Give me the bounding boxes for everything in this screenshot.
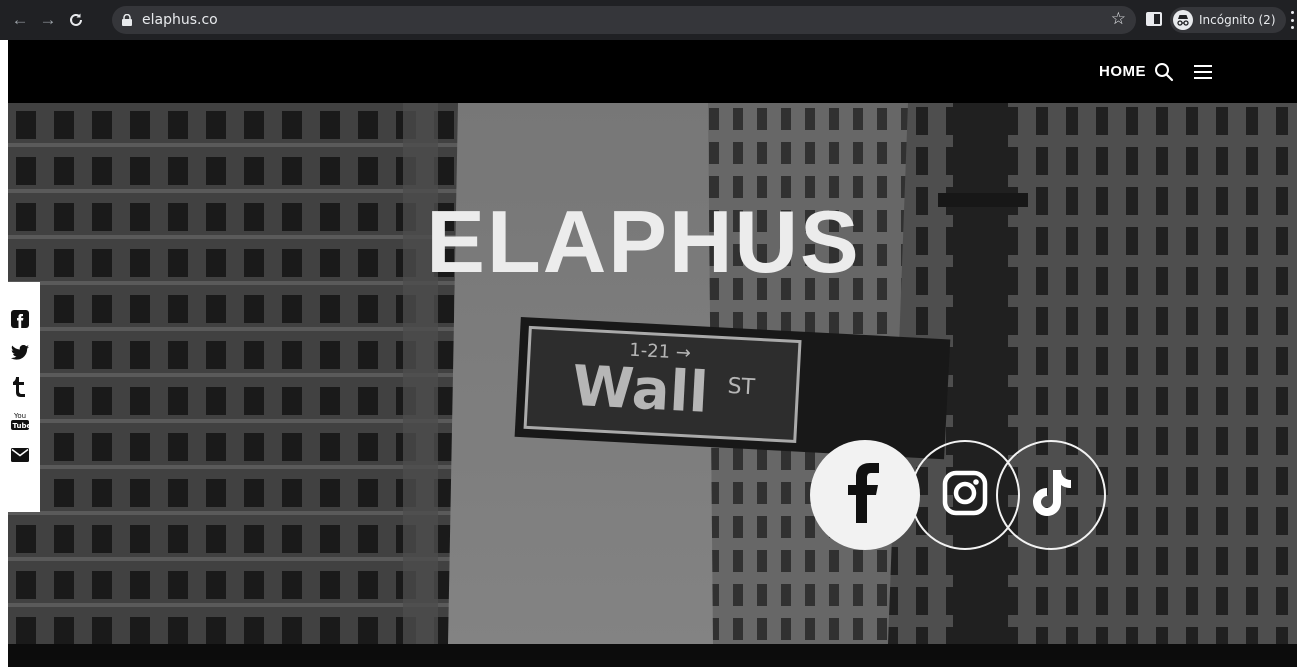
share-twitter-button[interactable] — [0, 338, 40, 372]
site-header: HOME — [8, 40, 1297, 103]
search-icon[interactable] — [1154, 62, 1174, 82]
url-text[interactable]: elaphus.co — [142, 12, 218, 28]
hero-section: Wall ST 1-21 → ELAPHUS — [8, 103, 1297, 644]
nav-home-link[interactable]: HOME — [1099, 40, 1146, 103]
tiktok-link[interactable] — [996, 440, 1106, 550]
hamburger-menu-icon[interactable] — [1194, 64, 1212, 80]
share-email-button[interactable] — [0, 440, 40, 474]
social-share-bar: You Tube — [0, 282, 40, 512]
hero-title: ELAPHUS — [426, 192, 861, 291]
forward-icon[interactable]: → — [36, 8, 60, 32]
facebook-link[interactable] — [810, 440, 920, 550]
share-youtube-button[interactable]: You Tube — [0, 406, 40, 440]
lock-icon[interactable] — [122, 14, 132, 26]
incognito-profile-button[interactable]: Incógnito (2) — [1170, 7, 1286, 33]
twitter-icon — [11, 344, 29, 365]
instagram-icon — [942, 470, 988, 521]
tiktok-icon — [1031, 469, 1071, 521]
incognito-icon — [1173, 10, 1193, 30]
svg-text:You: You — [13, 412, 26, 420]
bookmark-star-icon[interactable]: ☆ — [1111, 9, 1126, 29]
youtube-icon: You Tube — [11, 411, 32, 436]
hero-background-image: Wall ST 1-21 → — [8, 103, 1297, 644]
share-facebook-button[interactable] — [0, 304, 40, 338]
side-panel-icon[interactable] — [1146, 12, 1162, 26]
menu-kebab-icon[interactable] — [1290, 11, 1294, 29]
share-tumblr-button[interactable] — [0, 372, 40, 406]
facebook-icon — [11, 309, 29, 333]
browser-toolbar: ← → elaphus.co ☆ Incógnito (2) — [0, 0, 1297, 40]
facebook-icon — [847, 462, 883, 528]
tumblr-icon — [13, 376, 27, 402]
page-bottom-strip — [8, 644, 1297, 667]
email-icon — [11, 447, 29, 467]
back-icon[interactable]: ← — [8, 8, 32, 32]
reload-icon[interactable] — [64, 8, 88, 32]
svg-text:Tube: Tube — [13, 422, 30, 430]
address-bar[interactable]: elaphus.co ☆ — [112, 6, 1136, 34]
incognito-label: Incógnito (2) — [1199, 13, 1276, 27]
